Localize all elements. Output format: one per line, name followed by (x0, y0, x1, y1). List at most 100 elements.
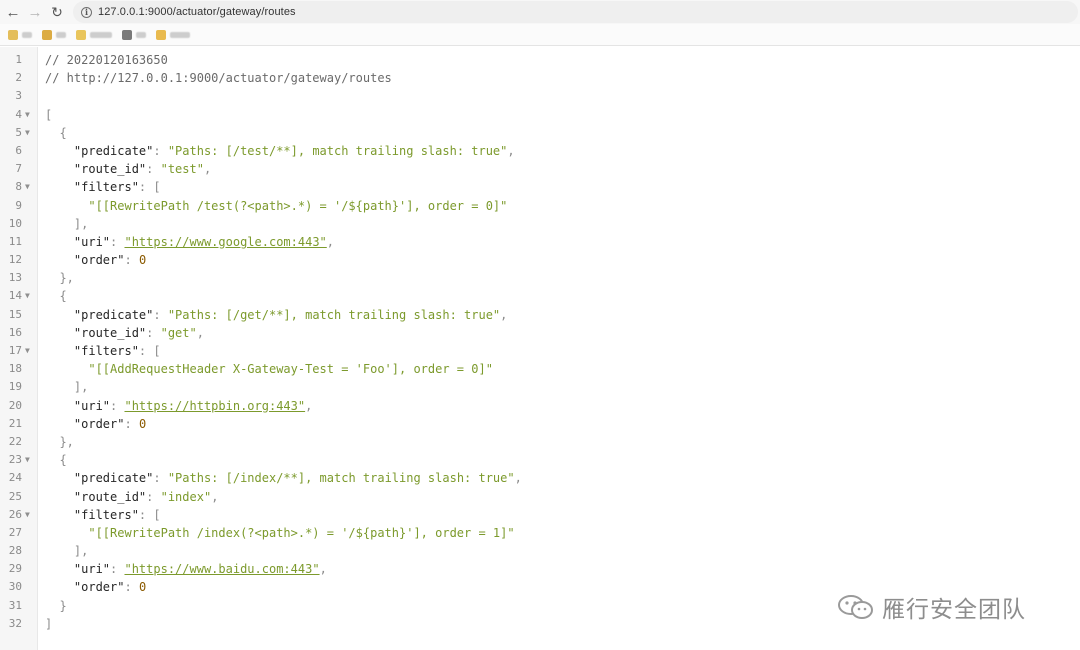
line-number: 23 (8, 453, 22, 467)
line-number: 14 (8, 289, 22, 303)
code-token: : [ (138, 344, 161, 358)
line-number: 28 (8, 544, 22, 558)
watermark: 雁行安全团队 (836, 590, 1026, 624)
code-token: 0 (138, 253, 147, 268)
reload-icon[interactable]: ↻ (48, 3, 66, 21)
fold-toggle-icon[interactable]: ▼ (25, 451, 30, 469)
code-text: ], (45, 378, 88, 396)
code-token: "[[RewritePath /test(?<path>.*) = '/${pa… (45, 198, 508, 213)
line-number: 8 (15, 180, 22, 194)
bookmark-item[interactable] (8, 29, 32, 40)
code-text: "filters": [ (45, 178, 161, 196)
url-link[interactable]: "https://www.google.com:443" (124, 235, 326, 249)
code-token: { (45, 289, 67, 304)
code-text: ], (45, 215, 88, 233)
code-token: "route_id" (45, 489, 147, 504)
code-token: "Paths: [/get/**], match trailing slash:… (167, 307, 501, 322)
code-token: : (146, 489, 161, 504)
code-text: ], (45, 542, 88, 560)
code-text: "route_id": "test", (45, 160, 211, 178)
watermark-text: 雁行安全团队 (882, 597, 1026, 623)
line-number: 25 (8, 489, 22, 503)
code-text: "uri": "https://www.baidu.com:443", (45, 560, 327, 578)
bookmark-item[interactable] (76, 29, 112, 40)
code-token: : (153, 307, 168, 322)
line-number: 31 (8, 598, 22, 612)
code-token: 0 (138, 416, 147, 431)
line-number: 3 (15, 89, 22, 103)
code-text: // http://127.0.0.1:9000/actuator/gatewa… (45, 69, 392, 87)
line-number: 5 (15, 125, 22, 139)
code-token: "[[AddRequestHeader X-Gateway-Test = 'Fo… (45, 362, 493, 377)
line-number: 12 (8, 253, 22, 267)
url-link[interactable]: "https://httpbin.org:443" (124, 399, 305, 413)
line-number: 2 (15, 71, 22, 85)
line-number: 10 (8, 216, 22, 230)
arrow-right-icon[interactable]: → (26, 3, 44, 21)
line-number: 9 (15, 198, 22, 212)
code-token: "uri" (45, 234, 111, 249)
code-token: "get" (160, 325, 197, 340)
code-token: , (196, 325, 204, 340)
line-number: 24 (8, 471, 22, 485)
line-number: 7 (15, 162, 22, 176)
code-token: : (110, 398, 125, 413)
code-token: : (124, 580, 139, 595)
url-link[interactable]: "https://www.baidu.com:443" (124, 562, 319, 576)
code-token: : (146, 325, 161, 340)
code-text: { (45, 124, 66, 142)
code-token: "filters" (45, 344, 139, 358)
code-text: "predicate": "Paths: [/test/**], match t… (45, 142, 515, 160)
arrow-left-icon[interactable]: ← (4, 3, 22, 21)
code-text: "[[RewritePath /test(?<path>.*) = '/${pa… (45, 197, 507, 215)
code-token: } (45, 598, 67, 613)
code-token: "order" (45, 580, 125, 595)
info-icon[interactable]: i (81, 6, 92, 18)
fold-toggle-icon[interactable]: ▼ (25, 124, 30, 142)
code-text: "uri": "https://www.google.com:443", (45, 233, 334, 251)
code-token: , (203, 162, 212, 177)
code-token: "Paths: [/index/**], match trailing slas… (167, 471, 515, 486)
line-number: 18 (8, 362, 22, 376)
line-number: 27 (8, 525, 22, 539)
code-text: ] (45, 615, 52, 633)
code-token: ], (45, 544, 89, 559)
bookmark-item[interactable] (122, 29, 146, 40)
line-number: 20 (8, 398, 22, 412)
code-token: : (153, 143, 168, 158)
bookmark-item[interactable] (156, 29, 190, 40)
code-token: "predicate" (45, 307, 154, 322)
code-text: "[[RewritePath /index(?<path>.*) = '/${p… (45, 524, 514, 542)
code-token: , (319, 562, 327, 577)
fold-toggle-icon[interactable]: ▼ (25, 342, 30, 360)
code-token: "index" (160, 489, 212, 504)
code-text: "filters": [ (45, 342, 161, 360)
code-text: "uri": "https://httpbin.org:443", (45, 397, 312, 415)
fold-toggle-icon[interactable]: ▼ (25, 506, 30, 524)
code-text: "order": 0 (45, 251, 146, 269)
code-token: "test" (160, 162, 204, 177)
code-text: "order": 0 (45, 578, 146, 596)
code-token: , (507, 143, 515, 158)
fold-toggle-icon[interactable]: ▼ (25, 287, 30, 305)
code-token: "Paths: [/test/**], match trailing slash… (167, 143, 508, 158)
code-token: }, (45, 434, 74, 449)
code-text: { (45, 451, 66, 469)
code-text: "predicate": "Paths: [/get/**], match tr… (45, 306, 508, 324)
code-text: }, (45, 433, 74, 451)
code-token: : [ (138, 507, 161, 522)
code-text: "[[AddRequestHeader X-Gateway-Test = 'Fo… (45, 360, 493, 378)
url-text[interactable]: 127.0.0.1:9000/actuator/gateway/routes (98, 6, 296, 18)
bookmarks-bar (0, 24, 1080, 46)
code-token: : (153, 471, 168, 486)
code-token: : [ (138, 180, 161, 195)
fold-toggle-icon[interactable]: ▼ (25, 106, 30, 124)
line-number: 22 (8, 434, 22, 448)
code-token: , (305, 398, 313, 413)
address-bar[interactable]: i 127.0.0.1:9000/actuator/gateway/routes (73, 1, 1078, 23)
fold-toggle-icon[interactable]: ▼ (25, 178, 30, 196)
code-token: : (110, 234, 125, 249)
code-text: [ (45, 106, 52, 124)
bookmark-item[interactable] (42, 29, 66, 40)
code-token: , (211, 489, 219, 504)
